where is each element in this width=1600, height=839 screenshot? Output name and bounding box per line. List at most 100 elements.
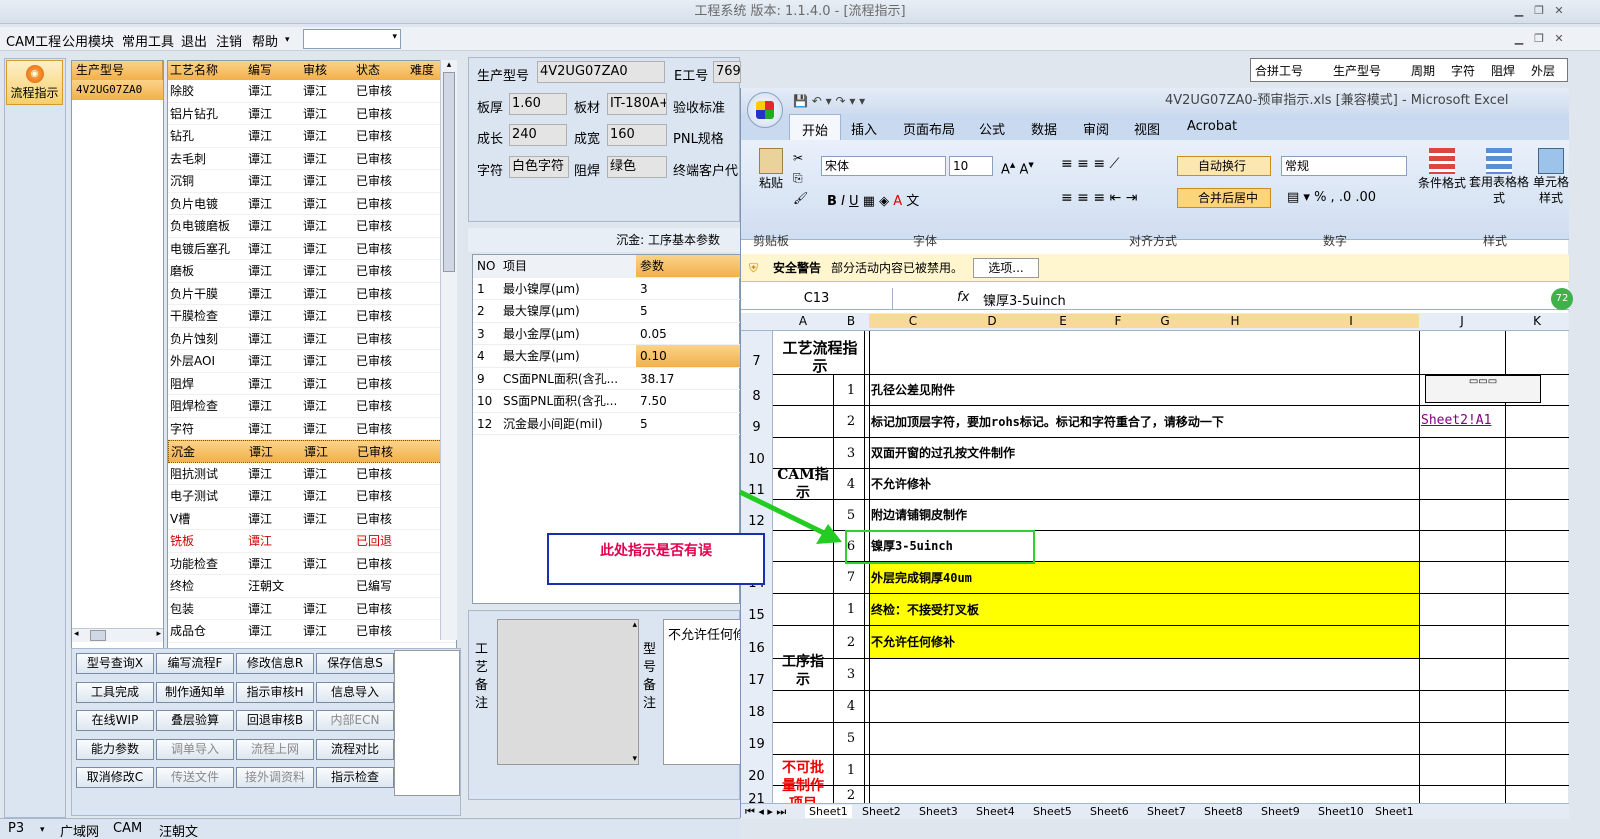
row-number[interactable]: 21	[741, 786, 773, 803]
param-row[interactable]: 10 SS面PNL面积(含孔... 7.50	[473, 390, 741, 413]
sheet-tab[interactable]: Sheet7	[1147, 805, 1186, 818]
model-remark-box[interactable]: 不允许任何修	[663, 619, 741, 765]
tab-acrobat[interactable]: Acrobat	[1187, 119, 1237, 134]
process-row[interactable]: 去毛刺 谭江 谭江 已审核	[168, 148, 456, 170]
column-header[interactable]: A	[773, 314, 833, 328]
menu-cam[interactable]: CAM工程	[6, 31, 61, 50]
param-col-value[interactable]: 参数	[636, 255, 741, 277]
process-row[interactable]: 磨板 谭江 谭江 已审核	[168, 260, 456, 283]
sheet-tab[interactable]: Sheet5	[1033, 805, 1072, 818]
process-row[interactable]: 除胶 谭江 谭江 已审核	[168, 80, 456, 103]
thickness-field[interactable]: 1.60	[509, 93, 567, 115]
action-button[interactable]: 叠层验算	[156, 710, 234, 731]
sheet-row[interactable]: 1	[773, 755, 1569, 786]
e-field[interactable]: 769604	[713, 61, 741, 83]
process-row[interactable]: V槽 谭江 谭江 已审核	[168, 508, 456, 530]
scroll-up-icon[interactable]: ▴	[632, 620, 637, 630]
child-restore-icon[interactable]: ❐	[1530, 31, 1548, 47]
action-button[interactable]: 能力参数	[76, 738, 154, 760]
conditional-format-button[interactable]: 条件格式	[1417, 148, 1467, 191]
process-row[interactable]: 成品仓 谭江 谭江 已审核	[168, 620, 456, 643]
table-format-button[interactable]: 套用表格格式	[1469, 148, 1529, 206]
process-remark-box[interactable]: ▴ ▾	[497, 619, 639, 765]
action-button[interactable]: 取消修改C	[76, 767, 154, 788]
col-author[interactable]: 编写	[248, 61, 272, 80]
column-header[interactable]: F	[1093, 314, 1143, 328]
grow-shrink-icons[interactable]: A▴ A▾	[1001, 158, 1034, 177]
action-button[interactable]: 工具完成	[76, 681, 154, 703]
material-field[interactable]: IT-180A+	[607, 93, 667, 115]
action-button[interactable]: 传送文件	[156, 767, 234, 788]
tab-layout[interactable]: 页面布局	[903, 119, 955, 138]
process-row[interactable]: 干膜检查 谭江 谭江 已审核	[168, 305, 456, 328]
column-header[interactable]: E	[1027, 314, 1099, 328]
number-icons[interactable]: ▤ ▾ % , .0 .00	[1287, 190, 1376, 205]
row-number[interactable]: 18	[741, 691, 773, 723]
process-row[interactable]: 沉金 谭江 谭江 已审核	[168, 440, 456, 463]
sheet-row[interactable]: 5 附边请铺铜皮制作	[773, 500, 1569, 531]
office-button[interactable]	[747, 92, 783, 128]
wrap-text-button[interactable]: 自动换行	[1177, 156, 1271, 176]
combo-arrow-icon[interactable]: ▾	[392, 32, 397, 42]
action-button[interactable]: 回退审核B	[236, 710, 314, 731]
col-difficulty[interactable]: 难度	[410, 61, 434, 80]
process-row[interactable]: 负片电镀 谭江 谭江 已审核	[168, 193, 456, 215]
child-minimize-icon[interactable]: ▁	[1510, 31, 1528, 47]
align-icons[interactable]: ≡ ≡ ≡ ⇤ ⇥	[1061, 190, 1137, 206]
process-row[interactable]: 沉铜 谭江 谭江 已审核	[168, 170, 456, 193]
action-button[interactable]: 制作通知单	[156, 681, 234, 703]
action-button[interactable]: 信息导入	[316, 681, 394, 703]
font-name-box[interactable]: 宋体	[821, 156, 946, 176]
sheet-tab[interactable]: Sheet1	[1375, 805, 1414, 818]
sheet-row[interactable]: 2 不允许任何修补	[773, 626, 1569, 659]
font-size-box[interactable]: 10	[949, 156, 993, 176]
param-row[interactable]: 1 最小镍厚(μm) 3	[473, 278, 741, 300]
number-format-box[interactable]: 常规	[1281, 156, 1407, 176]
process-row[interactable]: 字符 谭江 谭江 已审核	[168, 418, 456, 440]
process-row[interactable]: 钻孔 谭江 谭江 已审核	[168, 125, 456, 148]
process-row[interactable]: 阻抗测试 谭江 谭江 已审核	[168, 463, 456, 485]
process-row[interactable]: 包装 谭江 谭江 已审核	[168, 598, 456, 620]
param-col-no[interactable]: NO	[477, 255, 495, 278]
toolbar-combo[interactable]: ▾	[303, 29, 401, 49]
row-number[interactable]: 7	[741, 331, 773, 375]
process-row[interactable]: 电子测试 谭江 谭江 已审核	[168, 485, 456, 508]
tab-data[interactable]: 数据	[1031, 119, 1057, 138]
merged-process-flow[interactable]: 工艺流程指示	[777, 339, 863, 375]
sheet-row[interactable]: 4	[773, 691, 1569, 723]
cut-copy-icons[interactable]: ✂ ⎘ 🖌	[793, 148, 808, 208]
col-reviewer[interactable]: 审核	[303, 61, 327, 80]
merged-process-instruction[interactable]: 工序指示	[777, 653, 829, 689]
menu-tools[interactable]: 常用工具	[122, 31, 174, 50]
fx-icon[interactable]: fx	[957, 290, 969, 305]
process-row[interactable]: 负片蚀刻 谭江 谭江 已审核	[168, 328, 456, 350]
column-header[interactable]: I	[1283, 314, 1419, 328]
status-arrow-icon[interactable]: ▾	[40, 825, 45, 835]
row-number[interactable]: 10	[741, 438, 773, 469]
sheet2-link[interactable]: Sheet2!A1	[1421, 413, 1491, 428]
action-button[interactable]: 调单导入	[156, 738, 234, 760]
menu-exit[interactable]: 退出	[181, 31, 207, 50]
action-button[interactable]: 流程上网	[236, 738, 314, 760]
sheet-tab[interactable]: Sheet6	[1090, 805, 1129, 818]
sheet-row[interactable]: 5	[773, 723, 1569, 755]
options-button[interactable]: 选项...	[973, 258, 1039, 278]
col-cycle[interactable]: 周期	[1411, 62, 1435, 79]
process-row[interactable]: 负片干膜 谭江 谭江 已审核	[168, 283, 456, 305]
sheet-tab[interactable]: Sheet10	[1318, 805, 1364, 818]
maximize-icon[interactable]: ❐	[1530, 3, 1548, 19]
sheet-row[interactable]: 3	[773, 659, 1569, 691]
row-number[interactable]: 9	[741, 406, 773, 438]
row-number[interactable]: 8	[741, 375, 773, 406]
process-row[interactable]: 铝片钻孔 谭江 谭江 已审核	[168, 103, 456, 125]
width-field[interactable]: 160	[607, 124, 667, 146]
child-close-icon[interactable]: ✕	[1550, 31, 1568, 47]
align-top-icons[interactable]: ≡ ≡ ≡ ⟋	[1061, 156, 1119, 172]
action-button[interactable]: 指示审核H	[236, 681, 314, 703]
model-list-item[interactable]: 4V2UG07ZA0	[72, 80, 163, 100]
sheet-row[interactable]: 4 不允许修补	[773, 469, 1569, 500]
length-field[interactable]: 240	[509, 124, 567, 146]
menu-help[interactable]: 帮助	[252, 31, 278, 50]
merge-center-button[interactable]: 合并后居中	[1177, 188, 1271, 208]
menu-public[interactable]: 公用模块	[62, 31, 114, 50]
